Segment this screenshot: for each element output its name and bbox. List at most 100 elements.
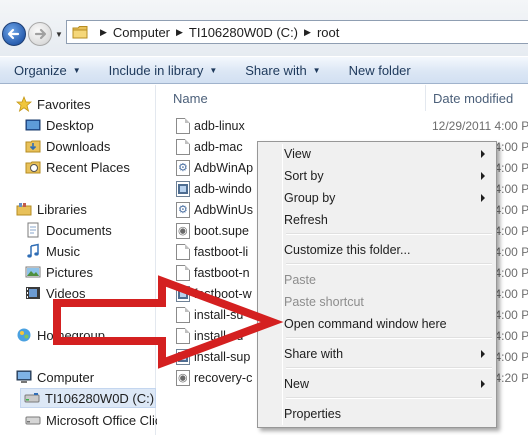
nav-pictures[interactable]: Pictures bbox=[25, 264, 93, 280]
desktop-icon bbox=[25, 117, 41, 133]
new-folder-button[interactable]: New folder bbox=[335, 56, 425, 84]
nav-homegroup[interactable]: Homegroup bbox=[16, 327, 105, 343]
menu-item-paste-shortcut: Paste shortcut bbox=[260, 291, 494, 313]
chevron-right-icon[interactable]: ▶ bbox=[304, 27, 311, 38]
document-icon bbox=[176, 307, 190, 323]
document-icon bbox=[176, 118, 190, 134]
nav-computer-label: Computer bbox=[37, 369, 95, 385]
nav-favorites-label: Favorites bbox=[37, 96, 91, 112]
nav-drive-c[interactable]: TI106280W0D (C:) bbox=[20, 388, 156, 408]
back-button[interactable] bbox=[2, 22, 26, 46]
file-name: fastboot-w bbox=[194, 287, 252, 301]
submenu-arrow-icon bbox=[481, 350, 485, 358]
menu-item-view[interactable]: View bbox=[260, 143, 494, 165]
submenu-arrow-icon bbox=[481, 172, 485, 180]
file-name: adb-linux bbox=[194, 119, 245, 133]
share-with-label: Share with bbox=[245, 62, 307, 78]
menu-item-customize-folder[interactable]: Customize this folder... bbox=[260, 239, 494, 261]
documents-icon bbox=[25, 222, 41, 238]
include-in-library-button[interactable]: Include in library ▼ bbox=[95, 56, 232, 84]
disc-image-icon bbox=[176, 370, 190, 386]
nav-recent-places[interactable]: Recent Places bbox=[25, 159, 130, 175]
recent-places-icon bbox=[25, 159, 41, 175]
menu-item-label: Customize this folder... bbox=[284, 243, 411, 257]
breadcrumb-root[interactable]: root bbox=[317, 25, 339, 40]
menu-item-label: Refresh bbox=[284, 213, 328, 227]
pictures-icon bbox=[25, 264, 41, 280]
document-icon bbox=[176, 244, 190, 260]
menu-item-label: New bbox=[284, 377, 310, 391]
menu-item-label: Share with bbox=[284, 347, 344, 361]
videos-icon bbox=[25, 285, 41, 301]
star-icon bbox=[15, 95, 33, 112]
menu-item-new[interactable]: New bbox=[260, 373, 494, 395]
submenu-arrow-icon bbox=[481, 194, 485, 202]
menu-separator bbox=[286, 397, 492, 399]
nav-videos-label: Videos bbox=[46, 285, 86, 301]
dropdown-arrow-icon: ▼ bbox=[209, 65, 218, 75]
chevron-right-icon[interactable]: ▶ bbox=[100, 27, 107, 38]
menu-item-label: Open command window here bbox=[284, 317, 447, 331]
menu-item-label: Properties bbox=[284, 407, 341, 421]
menu-item-group-by[interactable]: Group by bbox=[260, 187, 494, 209]
application-icon bbox=[176, 286, 190, 302]
breadcrumb-drive[interactable]: TI106280W0D (C:) bbox=[189, 25, 298, 40]
file-name: install-su bbox=[194, 329, 244, 343]
dropdown-arrow-icon: ▼ bbox=[72, 65, 81, 75]
back-arrow-icon bbox=[7, 28, 20, 40]
recent-pages-dropdown[interactable]: ▼ bbox=[55, 30, 64, 39]
new-folder-label: New folder bbox=[348, 62, 411, 78]
menu-item-open-command-window[interactable]: Open command window here bbox=[260, 313, 494, 335]
organize-button[interactable]: Organize ▼ bbox=[0, 56, 95, 84]
file-name: adb-mac bbox=[194, 140, 243, 154]
menu-separator bbox=[286, 233, 492, 235]
column-header-name[interactable]: Name bbox=[173, 85, 208, 111]
column-date-label: Date modified bbox=[433, 90, 514, 106]
nav-computer[interactable]: Computer bbox=[16, 369, 94, 385]
drive-icon bbox=[25, 412, 41, 428]
nav-desktop[interactable]: Desktop bbox=[25, 117, 94, 133]
menu-item-label: Group by bbox=[284, 191, 336, 205]
breadcrumb-computer[interactable]: Computer bbox=[113, 25, 170, 40]
column-divider[interactable] bbox=[425, 85, 426, 111]
nav-libraries[interactable]: Libraries bbox=[16, 201, 87, 217]
file-name: adb-windo bbox=[194, 182, 252, 196]
settings-file-icon bbox=[176, 160, 190, 176]
file-name: AdbWinUs bbox=[194, 203, 254, 217]
submenu-arrow-icon bbox=[481, 150, 485, 158]
file-name: install-su bbox=[194, 308, 244, 322]
address-bar-row: ▼ ▶ Computer ▶ TI106280W0D (C:) ▶ root bbox=[0, 0, 528, 56]
menu-item-properties[interactable]: Properties bbox=[260, 403, 494, 425]
menu-item-refresh[interactable]: Refresh bbox=[260, 209, 494, 231]
column-name-label: Name bbox=[173, 90, 208, 106]
computer-icon bbox=[16, 369, 32, 385]
document-icon bbox=[176, 328, 190, 344]
dropdown-arrow-icon: ▼ bbox=[312, 65, 321, 75]
menu-item-sort-by[interactable]: Sort by bbox=[260, 165, 494, 187]
menu-item-label: View bbox=[284, 147, 311, 161]
music-icon bbox=[25, 243, 41, 259]
file-name: install-sup bbox=[194, 350, 251, 364]
menu-item-share-with[interactable]: Share with bbox=[260, 343, 494, 365]
nav-downloads-label: Downloads bbox=[46, 138, 111, 154]
settings-file-icon bbox=[176, 202, 190, 218]
column-header-date[interactable]: Date modified bbox=[433, 85, 513, 111]
file-row[interactable]: adb-linux 12/29/2011 4:00 PI bbox=[157, 116, 528, 137]
organize-label: Organize bbox=[14, 62, 67, 78]
nav-documents[interactable]: Documents bbox=[25, 222, 112, 238]
file-name: fastboot-n bbox=[194, 266, 250, 280]
forward-button[interactable] bbox=[28, 22, 52, 46]
nav-music[interactable]: Music bbox=[25, 243, 80, 259]
chevron-right-icon[interactable]: ▶ bbox=[176, 27, 183, 38]
nav-downloads[interactable]: Downloads bbox=[25, 138, 110, 154]
address-bar[interactable]: ▶ Computer ▶ TI106280W0D (C:) ▶ root bbox=[66, 20, 528, 44]
file-name: recovery-c bbox=[194, 371, 253, 385]
nav-favorites[interactable]: Favorites bbox=[15, 95, 91, 112]
document-icon bbox=[176, 265, 190, 281]
nav-drive-c-label: TI106280W0D (C:) bbox=[45, 390, 155, 406]
nav-videos[interactable]: Videos bbox=[25, 285, 86, 301]
nav-office-drive[interactable]: Microsoft Office Clic bbox=[25, 412, 161, 428]
share-with-button[interactable]: Share with ▼ bbox=[231, 56, 334, 84]
menu-item-label: Paste bbox=[284, 273, 316, 287]
nav-pictures-label: Pictures bbox=[46, 264, 93, 280]
